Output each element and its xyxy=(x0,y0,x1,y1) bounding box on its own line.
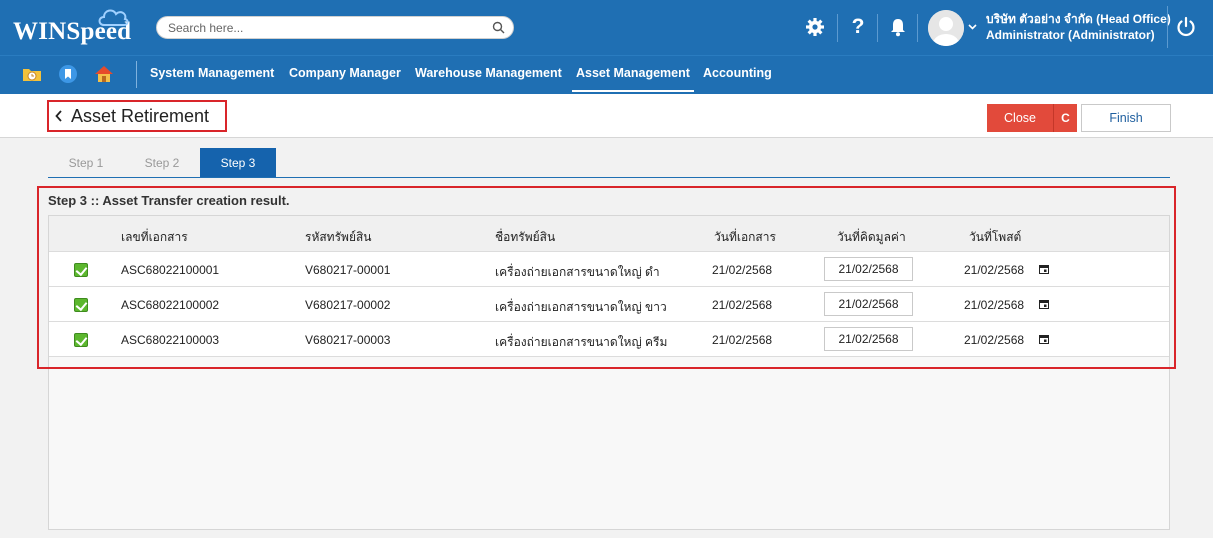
folder-clock-icon[interactable] xyxy=(22,64,42,84)
result-highlight-box xyxy=(37,186,1176,369)
close-button-label: Close xyxy=(1004,111,1036,125)
search-box[interactable] xyxy=(156,16,514,39)
divider xyxy=(877,14,878,42)
cloud-icon xyxy=(98,9,129,26)
tab-step-2[interactable]: Step 2 xyxy=(124,148,200,178)
user-info[interactable]: บริษัท ตัวอย่าง จำกัด (Head Office) Admi… xyxy=(986,11,1171,43)
divider xyxy=(917,14,918,42)
page-title[interactable]: Asset Retirement xyxy=(47,100,227,132)
menu-accounting[interactable]: Accounting xyxy=(703,66,772,80)
close-button[interactable]: Close C xyxy=(987,104,1077,132)
bookmark-icon[interactable] xyxy=(58,64,78,84)
bell-icon[interactable] xyxy=(885,14,911,40)
menu-company-manager[interactable]: Company Manager xyxy=(289,66,401,80)
home-icon[interactable] xyxy=(94,64,114,84)
menu-asset-management[interactable]: Asset Management xyxy=(572,66,694,92)
divider xyxy=(1167,6,1168,48)
company-name: บริษัท ตัวอย่าง จำกัด (Head Office) xyxy=(986,12,1171,26)
chevron-down-icon[interactable] xyxy=(968,24,977,30)
power-icon[interactable] xyxy=(1175,16,1197,38)
menu-system-management[interactable]: System Management xyxy=(150,66,274,80)
menu-warehouse-management[interactable]: Warehouse Management xyxy=(415,66,562,80)
divider xyxy=(136,61,137,88)
avatar[interactable] xyxy=(928,10,964,46)
gear-icon[interactable] xyxy=(802,14,828,40)
tab-step-3[interactable]: Step 3 xyxy=(200,148,276,178)
steps-underline xyxy=(48,177,1170,178)
page-title-text: Asset Retirement xyxy=(71,105,210,126)
help-icon[interactable]: ? xyxy=(845,14,871,40)
chevron-left-icon[interactable] xyxy=(55,110,63,122)
search-input[interactable] xyxy=(168,20,488,36)
close-shortcut-key: C xyxy=(1053,104,1077,132)
user-name: Administrator (Administrator) xyxy=(986,28,1155,42)
divider xyxy=(837,14,838,42)
tab-step-1[interactable]: Step 1 xyxy=(48,148,124,178)
finish-button[interactable]: Finish xyxy=(1081,104,1171,132)
search-icon[interactable] xyxy=(492,21,505,34)
